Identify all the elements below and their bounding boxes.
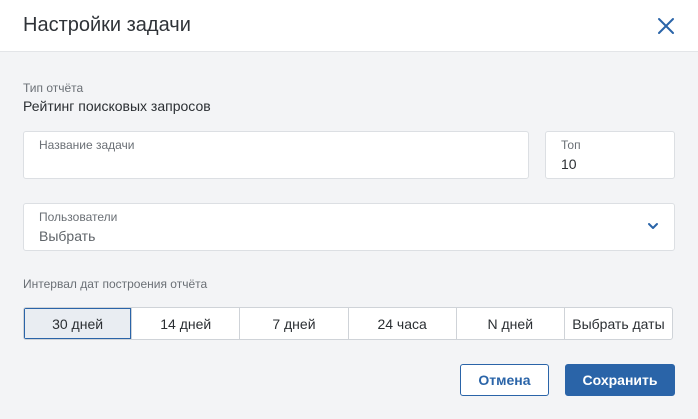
interval-option-14-days[interactable]: 14 дней: [131, 308, 239, 339]
users-select[interactable]: Пользователи Выбрать: [23, 203, 675, 251]
cancel-button[interactable]: Отмена: [460, 364, 549, 396]
save-button[interactable]: Сохранить: [565, 364, 675, 396]
close-button[interactable]: [653, 13, 679, 39]
interval-option-24-hours[interactable]: 24 часа: [347, 308, 456, 339]
report-type-value: Рейтинг поисковых запросов: [23, 98, 211, 114]
report-type-label: Тип отчёта: [23, 81, 84, 95]
top-field[interactable]: Топ 10: [545, 131, 675, 179]
interval-option-n-days[interactable]: N дней: [455, 308, 564, 339]
interval-label: Интервал дат построения отчёта: [23, 277, 208, 291]
users-label: Пользователи: [39, 210, 118, 224]
date-interval-selector: 30 дней 14 дней 7 дней 24 часа N дней Вы…: [23, 307, 673, 340]
chevron-down-icon[interactable]: [646, 221, 660, 231]
interval-option-30-days[interactable]: 30 дней: [24, 308, 132, 339]
dialog-header: Настройки задачи: [0, 0, 698, 52]
interval-option-select-dates[interactable]: Выбрать даты: [563, 308, 672, 339]
dialog-title: Настройки задачи: [23, 14, 191, 36]
interval-option-7-days[interactable]: 7 дней: [239, 308, 347, 339]
users-value[interactable]: Выбрать: [39, 228, 95, 244]
task-name-label: Название задачи: [39, 138, 135, 152]
task-name-field[interactable]: Название задачи: [23, 131, 529, 179]
top-value[interactable]: 10: [561, 156, 577, 172]
task-settings-dialog: Настройки задачи Тип отчёта Рейтинг поис…: [0, 0, 698, 419]
close-icon: [658, 18, 674, 34]
top-label: Топ: [561, 138, 581, 152]
